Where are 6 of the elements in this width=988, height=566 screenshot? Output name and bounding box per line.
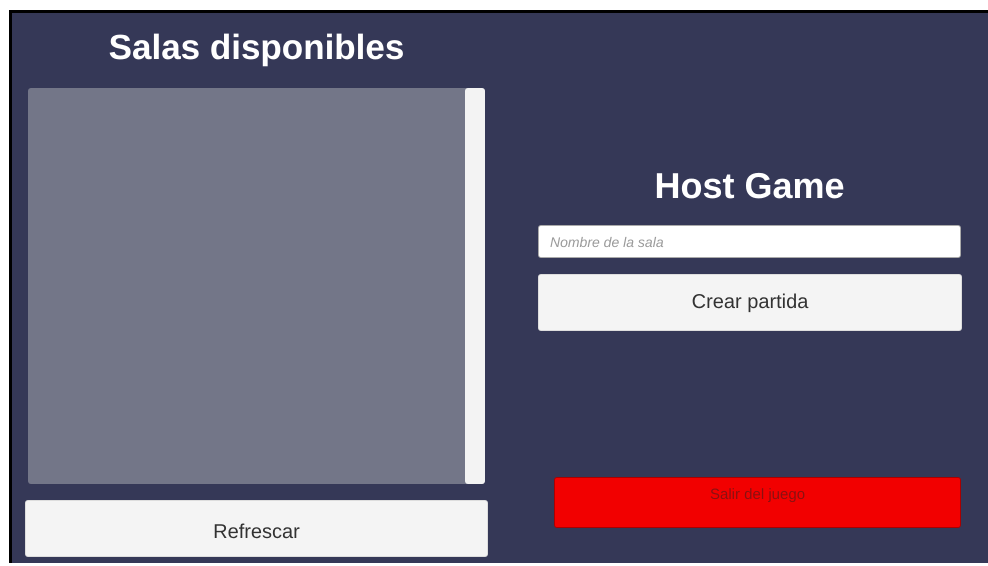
create-button[interactable]: Crear partida: [538, 274, 962, 331]
panel-title: Host Game: [653, 168, 846, 208]
scrollbar[interactable]: [465, 88, 485, 484]
panel-title: Salas disponibles: [108, 30, 406, 69]
refresh-button[interactable]: Refrescar: [25, 500, 488, 557]
input-field[interactable]: Nombre de la sala: [538, 225, 961, 258]
